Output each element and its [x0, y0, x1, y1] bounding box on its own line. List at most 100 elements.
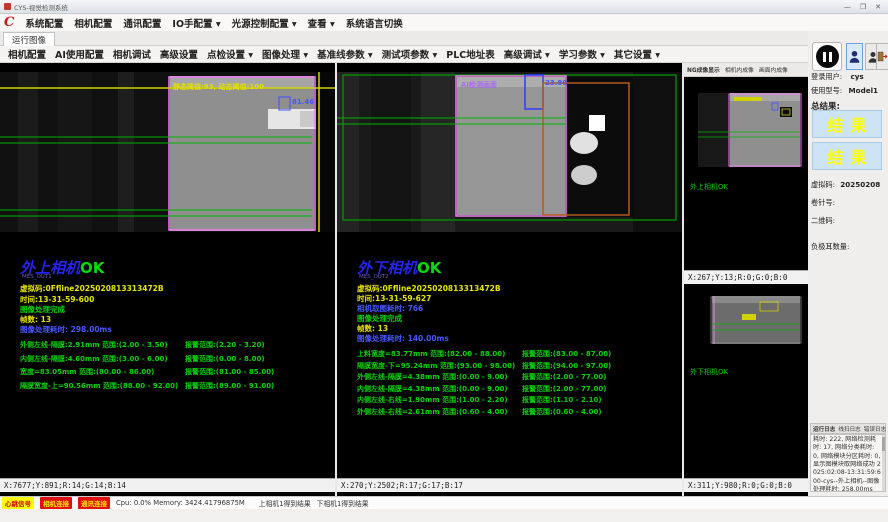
- top-thumbnail-image[interactable]: 外上相机OK: [684, 77, 808, 270]
- measurement-text: 外侧左线-右线=2.61mm 范围:(0.60 - 4.00): [357, 408, 508, 416]
- top-thumb-coords-bar: X:267;Y:13;R:0;G:0;B:0: [684, 270, 808, 284]
- left-camera-image[interactable]: [0, 63, 335, 238]
- measurement-row: 内侧左线-隔膜=4.38mm 范围:(0.00 - 9.00) 报警范围:(2.…: [357, 384, 669, 394]
- measurement-text: 隔膜宽度-上=90.56mm 范围:(88.00 - 92.00): [20, 382, 178, 390]
- alarm-range: 报警范围:(0.60 - 4.00): [522, 407, 602, 417]
- menu-bar: C 系统配置 相机配置 通讯配置 IO手配置 ▾ 光源控制配置 ▾ 查看 ▾ 系…: [0, 14, 888, 31]
- thumbnail-tabs: NG成像显示 相机内成像 画面内成像: [684, 63, 808, 77]
- alarm-range: 报警范围:(0.00 - 8.00): [185, 354, 265, 364]
- heartbeat-badge: 心跳信号: [2, 497, 34, 509]
- login-user-row: 登录用户: cys: [811, 72, 864, 82]
- pause-button[interactable]: [812, 42, 842, 71]
- tool-camera-debug[interactable]: 相机调试: [113, 47, 151, 61]
- measurement-row: 外侧左线-右线=2.61mm 范围:(0.60 - 4.00) 报警范围:(0.…: [357, 407, 669, 417]
- barcode-line: 虚拟码:0Ffline2025020813313472B: [20, 283, 164, 294]
- menu-item-view[interactable]: 查看 ▾: [308, 16, 335, 30]
- log-tab-linescan[interactable]: 线扫日志: [838, 425, 860, 433]
- main-content: 静态阈值:93, 动态阈值:100 81.46 外上相机OK MES_OUT1 …: [0, 63, 808, 496]
- close-button[interactable]: ✕: [875, 3, 881, 11]
- thumbnail-column: NG成像显示 相机内成像 画面内成像 外上相机OK X:267;Y:13;R:0…: [684, 63, 808, 496]
- elapsed-line: 图像处理耗时: 298.00ms: [20, 324, 112, 335]
- qr-code-label: 二维码:: [811, 216, 835, 226]
- virtual-code-label: 虚拟码:: [811, 180, 835, 189]
- measure-value-label: 23.80: [545, 79, 567, 87]
- virtual-code-value: 20250208: [840, 180, 880, 189]
- menu-item-light-control[interactable]: 光源控制配置 ▾: [232, 16, 297, 30]
- tab-ng-display[interactable]: NG成像显示: [687, 65, 720, 74]
- tool-plc-address-table[interactable]: PLC地址表: [446, 47, 495, 61]
- measure-value-label: 81.46: [292, 98, 314, 106]
- log-output[interactable]: 耗时: 222, 网络检测耗时: 17, 网络分类耗时: 0, 网络模块分区耗时…: [810, 434, 886, 492]
- brand-logo-icon: C: [4, 16, 14, 29]
- result-box-2: 结果: [812, 142, 882, 170]
- model-label: 使用型号:: [811, 86, 842, 95]
- left-camera-result: OK: [80, 259, 104, 277]
- log-tabs: 运行日志 线扫日志 错误日志: [810, 423, 886, 434]
- user-login-button[interactable]: [846, 43, 863, 70]
- measurement-text: 隔膜宽度-下=95.24mm 范围:(93.00 - 98.00): [357, 362, 515, 370]
- measurement-text: 上料宽度=83.77mm 范围:(82.00 - 88.00): [357, 350, 505, 358]
- tab-count-label: 负极耳数量:: [811, 242, 849, 252]
- menu-item-system-config[interactable]: 系统配置: [25, 16, 63, 30]
- maximize-button[interactable]: ❐: [860, 3, 866, 11]
- mid-camera-result: OK: [417, 259, 441, 277]
- tool-advanced-debug[interactable]: 高级调试 ▾: [504, 47, 550, 61]
- log-scrollbar[interactable]: [882, 435, 885, 491]
- thumb-result-label: 外上相机OK: [690, 182, 729, 191]
- app-window: CYS-视觉检测系统 — ❐ ✕ C 系统配置 相机配置 通讯配置 IO手配置 …: [0, 0, 888, 522]
- login-user-label: 登录用户:: [811, 72, 842, 81]
- tool-advanced-settings[interactable]: 高级设置: [160, 47, 198, 61]
- exit-door-icon: [877, 50, 888, 63]
- measurement-text: 内侧左线-右线=1.90mm 范围:(1.00 - 2.20): [357, 396, 508, 404]
- measurement-row: 内侧左线-右线=1.90mm 范围:(1.00 - 2.20) 报警范围:(1.…: [357, 395, 669, 405]
- lower-camera-result-status: 下相机1得到结果: [317, 498, 369, 508]
- measurement-row: 内侧左线-隔膜:4.60mm 范围:(3.00 - 6.00) 报警范围:(0.…: [20, 354, 332, 364]
- tab-camera-view[interactable]: 相机内成像: [725, 65, 754, 74]
- measurement-row: 隔膜宽度-下=95.24mm 范围:(93.00 - 98.00) 报警范围:(…: [357, 361, 669, 371]
- minimize-button[interactable]: —: [844, 3, 851, 11]
- tool-spot-check[interactable]: 点检设置 ▾: [207, 47, 253, 61]
- mid-camera-image[interactable]: [337, 63, 682, 238]
- menu-item-io-config[interactable]: IO手配置 ▾: [172, 16, 220, 30]
- log-tab-error[interactable]: 错误日志: [864, 425, 886, 433]
- ai-view-overlay-label: AI检测画面: [461, 80, 497, 90]
- cpu-memory-status: Cpu: 0.0% Memory: 3424.41796875M: [116, 499, 245, 507]
- measurement-text: 内侧左线-隔膜=4.38mm 范围:(0.00 - 9.00): [357, 385, 508, 393]
- alarm-range: 报警范围:(2.20 - 3.20): [185, 340, 265, 350]
- tool-baseline-params[interactable]: 基准线参数 ▾: [317, 47, 373, 61]
- tab-run-image[interactable]: 运行图像: [3, 32, 55, 46]
- bottom-thumbnail-image[interactable]: 外下相机OK: [684, 284, 808, 478]
- left-camera-panel: 静态阈值:93, 动态阈值:100 81.46 外上相机OK MES_OUT1 …: [0, 63, 335, 478]
- exit-button[interactable]: [876, 43, 888, 70]
- menu-item-language-switch[interactable]: 系统语言切换: [346, 16, 403, 30]
- tool-image-processing[interactable]: 图像处理 ▾: [262, 47, 308, 61]
- title-bar: CYS-视觉检测系统 — ❐ ✕: [0, 0, 888, 14]
- left-coords-bar: X:7677;Y:891;R:14;G:14;B:14: [0, 478, 335, 492]
- log-tab-run[interactable]: 运行日志: [813, 425, 835, 433]
- tool-camera-config[interactable]: 相机配置: [8, 47, 46, 61]
- pause-icon: [816, 45, 839, 68]
- measurement-row: 宽度=83.05mm 范围:(80.00 - 86.00) 报警范围:(81.0…: [20, 367, 332, 377]
- measurement-row: 隔膜宽度-上=90.56mm 范围:(88.00 - 92.00) 报警范围:(…: [20, 381, 332, 391]
- thumb-result-label: 外下相机OK: [690, 367, 729, 376]
- right-sidebar: 登录用户: cys 使用型号: Model1 总结果: 结果 结果 虚拟码: 2…: [808, 40, 888, 496]
- model-value[interactable]: Model1: [848, 86, 878, 95]
- tool-ai-usage-config[interactable]: AI使用配置: [55, 47, 104, 61]
- comm-connect-badge: 通讯连接: [78, 497, 110, 509]
- log-text: 耗时: 222, 网络检测耗时: 17, 网络分类耗时: 0, 网络模块分区耗时…: [813, 436, 881, 492]
- user-icon: [849, 49, 860, 64]
- menu-item-comm-config[interactable]: 通讯配置: [123, 16, 161, 30]
- elapsed-line: 图像处理耗时: 140.00ms: [357, 333, 449, 344]
- tool-other-settings[interactable]: 其它设置 ▾: [614, 47, 660, 61]
- tool-test-params[interactable]: 测试项参数 ▾: [382, 47, 438, 61]
- bottom-thumb-coords-bar: X:311;Y:980;R:0;G:0;B:0: [684, 478, 808, 492]
- status-bar: 心跳信号 相机连接 通讯连接 Cpu: 0.0% Memory: 3424.41…: [0, 496, 888, 509]
- virtual-code-row: 虚拟码: 20250208: [811, 180, 880, 190]
- tab-frame-view[interactable]: 画面内成像: [759, 65, 788, 74]
- tool-learning-params[interactable]: 学习参数 ▾: [559, 47, 605, 61]
- threshold-overlay-label: 静态阈值:93, 动态阈值:100: [173, 82, 264, 92]
- menu-item-camera-config[interactable]: 相机配置: [74, 16, 112, 30]
- measurement-row: 上料宽度=83.77mm 范围:(82.00 - 88.00) 报警范围:(83…: [357, 349, 669, 359]
- alarm-range: 报警范围:(94.00 - 97.00): [522, 361, 611, 371]
- camera-connect-badge: 相机连接: [40, 497, 72, 509]
